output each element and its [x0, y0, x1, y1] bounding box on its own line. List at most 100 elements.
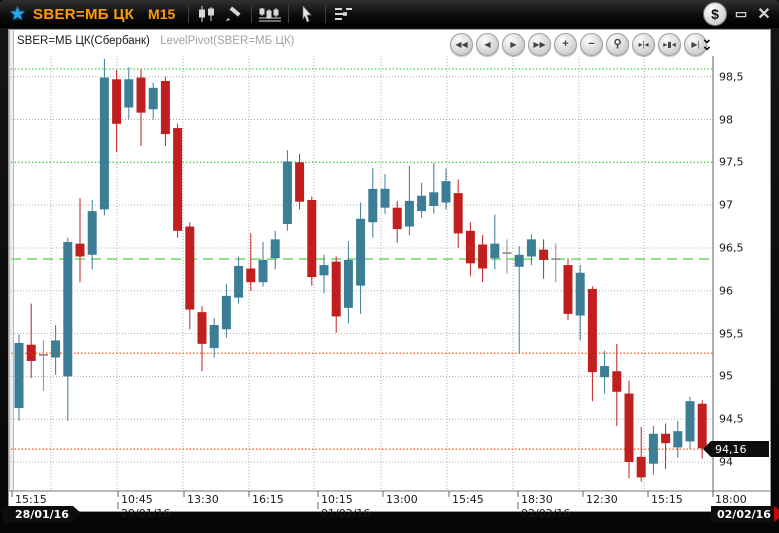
zoom-select-button[interactable]: ⚲: [606, 33, 629, 56]
price-axis-label: 95: [719, 370, 733, 383]
candle-8[interactable]: [112, 70, 121, 152]
candle-41[interactable]: [515, 246, 524, 353]
candle-46[interactable]: [576, 265, 585, 340]
candle-28[interactable]: [356, 203, 365, 314]
scroll-fast-right-button[interactable]: ▶▶: [528, 33, 551, 56]
candle-24[interactable]: [307, 197, 316, 286]
timeframe-label: M15: [148, 6, 175, 22]
candle-20[interactable]: [259, 242, 268, 287]
candle-2[interactable]: [39, 340, 48, 391]
time-axis-label: 10:45: [121, 493, 153, 506]
date-tag-left: 28/01/16: [3, 506, 73, 523]
candlestick-plot[interactable]: [9, 30, 772, 513]
candle-19[interactable]: [246, 233, 255, 290]
candlestick-chart-icon[interactable]: [194, 4, 220, 24]
candle-3[interactable]: [51, 325, 60, 375]
candle-45[interactable]: [564, 258, 573, 320]
candle-44[interactable]: [551, 244, 560, 283]
scroll-right-button[interactable]: ▶: [502, 33, 525, 56]
close-button[interactable]: ✕: [755, 4, 773, 24]
scroll-left-button[interactable]: ◀: [476, 33, 499, 56]
cursor-pointer-icon[interactable]: [294, 4, 320, 24]
candle-37[interactable]: [466, 222, 475, 276]
pencil-draw-icon[interactable]: [220, 4, 246, 24]
symbol-title: SBER=МБ ЦК: [33, 6, 134, 23]
candles[interactable]: [15, 59, 707, 482]
candle-29[interactable]: [368, 168, 377, 237]
price-axis-label: 98: [719, 113, 733, 126]
candle-48[interactable]: [600, 351, 609, 394]
zoom-out-button[interactable]: −: [580, 33, 603, 56]
candle-43[interactable]: [539, 239, 548, 278]
candle-21[interactable]: [271, 231, 280, 270]
chart-window: ★ SBER=МБ ЦК M15 $ ▭ ✕ SBER=М: [0, 0, 779, 533]
candle-39[interactable]: [490, 215, 499, 270]
time-axis-label: 16:15: [252, 493, 284, 506]
candle-25[interactable]: [320, 255, 329, 294]
candle-40[interactable]: [503, 239, 512, 273]
candle-16[interactable]: [210, 318, 219, 357]
chart-header: SBER=МБ ЦК(Сбербанк) LevelPivot(SBER=МБ …: [17, 35, 294, 47]
price-axis-label: 98,5: [719, 70, 744, 83]
compress-horizontal-button[interactable]: ▸|◂: [632, 33, 655, 56]
time-axis-label: 15:45: [452, 493, 484, 506]
zoom-in-button[interactable]: +: [554, 33, 577, 56]
candle-42[interactable]: [527, 234, 536, 265]
currency-button[interactable]: $: [703, 2, 727, 26]
candle-4[interactable]: [63, 238, 72, 421]
candle-38[interactable]: [478, 235, 487, 282]
candle-22[interactable]: [283, 150, 292, 230]
candle-27[interactable]: [344, 241, 353, 323]
candle-13[interactable]: [173, 124, 182, 238]
candle-47[interactable]: [588, 286, 597, 401]
candle-36[interactable]: [454, 179, 463, 247]
candle-35[interactable]: [442, 168, 451, 209]
toolbar-separator: [251, 5, 252, 23]
candle-52[interactable]: [649, 426, 658, 475]
candle-14[interactable]: [185, 222, 194, 329]
candle-0[interactable]: [15, 334, 24, 420]
price-axis-label: 94,5: [719, 413, 744, 426]
compress-candles-button[interactable]: ▸▮◂: [658, 33, 681, 56]
candle-1[interactable]: [27, 304, 36, 378]
price-axis-label: 94: [719, 455, 733, 468]
candle-7[interactable]: [100, 59, 109, 216]
price-axis-label: 97: [719, 199, 733, 212]
candle-18[interactable]: [234, 257, 243, 304]
candle-30[interactable]: [381, 174, 390, 213]
time-axis-label: 18:00: [715, 493, 747, 506]
candle-55[interactable]: [686, 397, 695, 449]
chart-nav-toolbar: ◀◀◀▶▶▶+−⚲▸|◂▸▮◂▶|: [450, 33, 707, 56]
chart-area[interactable]: SBER=МБ ЦК(Сбербанк) LevelPivot(SBER=МБ …: [8, 29, 771, 512]
candle-33[interactable]: [417, 183, 426, 218]
candle-50[interactable]: [625, 381, 634, 479]
candle-32[interactable]: [405, 166, 414, 235]
candle-5[interactable]: [76, 198, 85, 282]
candle-26[interactable]: [332, 257, 341, 333]
candle-34[interactable]: [429, 163, 438, 214]
candle-9[interactable]: [124, 67, 133, 119]
toolbar-separator: [325, 5, 326, 23]
level-list-icon[interactable]: [331, 4, 357, 24]
candle-12[interactable]: [161, 77, 170, 146]
time-axis-label: 15:15: [15, 493, 47, 506]
title-bar[interactable]: ★ SBER=МБ ЦК M15 $ ▭ ✕: [0, 0, 779, 28]
candle-54[interactable]: [673, 421, 682, 458]
candle-15[interactable]: [198, 306, 207, 371]
minimize-button[interactable]: ▭: [733, 6, 749, 22]
time-axis-label: 10:15: [321, 493, 353, 506]
candle-31[interactable]: [393, 201, 402, 243]
date-axis-label: 02/02/16: [521, 507, 570, 520]
candle-51[interactable]: [637, 427, 646, 482]
candle-49[interactable]: [612, 344, 621, 426]
time-axis-label: 12:30: [586, 493, 618, 506]
time-axis-label: 13:30: [187, 493, 219, 506]
price-axis-label: 95,5: [719, 327, 744, 340]
collapse-toolbar-chevron-icon[interactable]: ⌄⌄: [699, 35, 715, 49]
chart-levels-icon[interactable]: [257, 4, 283, 24]
candle-11[interactable]: [149, 83, 158, 120]
candle-10[interactable]: [137, 69, 146, 146]
price-axis-label: 96: [719, 284, 733, 297]
scroll-fast-left-button[interactable]: ◀◀: [450, 33, 473, 56]
candle-17[interactable]: [222, 284, 231, 338]
